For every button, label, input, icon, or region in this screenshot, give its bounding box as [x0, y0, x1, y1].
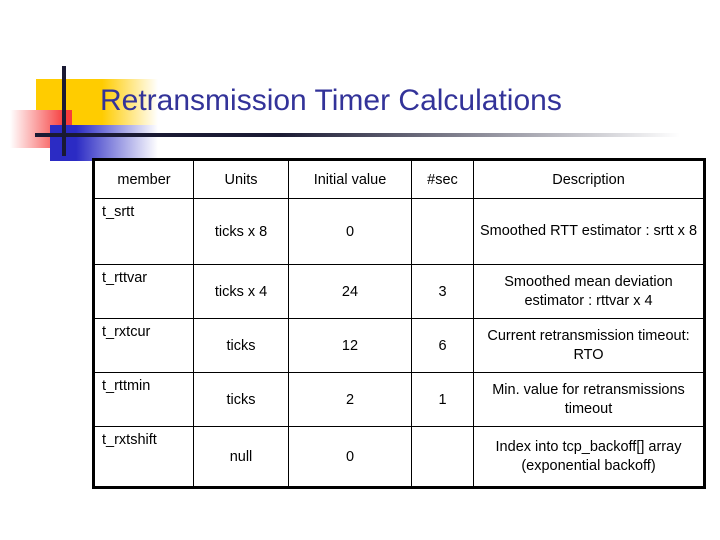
column-header-member: member	[93, 159, 194, 199]
cell-sec	[411, 426, 474, 488]
cell-units: ticks x 8	[193, 198, 289, 265]
cell-sec: 1	[411, 372, 474, 427]
cell-sec: 6	[411, 318, 474, 373]
column-header-units: Units	[193, 159, 289, 199]
cell-description: Min. value for retransmissions timeout	[473, 372, 705, 427]
cell-description: Smoothed mean deviation estimator : rttv…	[473, 264, 705, 319]
cell-member: t_rttvar	[93, 264, 194, 319]
column-header-initial-value: Initial value	[288, 159, 412, 199]
table-row: t_rttvar ticks x 4 24 3 Smoothed mean de…	[93, 264, 705, 319]
cell-initial-value: 0	[288, 198, 412, 265]
cell-units: ticks	[193, 372, 289, 427]
cell-member: t_rttmin	[93, 372, 194, 427]
red-square-fade-decor	[10, 110, 65, 148]
table-header-row: member Units Initial value #sec Descript…	[93, 159, 705, 199]
cell-units: ticks	[193, 318, 289, 373]
table-header: member Units Initial value #sec Descript…	[93, 159, 705, 199]
cell-description: Current retransmission timeout: RTO	[473, 318, 705, 373]
cell-member: t_rxtshift	[93, 426, 194, 488]
retransmission-timer-table-wrapper: member Units Initial value #sec Descript…	[92, 158, 706, 489]
column-header-description: Description	[473, 159, 705, 199]
cell-initial-value: 12	[288, 318, 412, 373]
yellow-square-decor	[36, 79, 102, 125]
slide-title: Retransmission Timer Calculations	[100, 84, 562, 117]
table-row: t_srtt ticks x 8 0 Smoothed RTT estimato…	[93, 198, 705, 265]
cell-member: t_srtt	[93, 198, 194, 265]
table-row: t_rxtshift null 0 Index into tcp_backoff…	[93, 426, 705, 488]
table-row: t_rttmin ticks 2 1 Min. value for retran…	[93, 372, 705, 427]
column-header-sec: #sec	[411, 159, 474, 199]
cell-initial-value: 2	[288, 372, 412, 427]
cell-units: null	[193, 426, 289, 488]
cell-initial-value: 0	[288, 426, 412, 488]
cell-description: Index into tcp_backoff[] array (exponent…	[473, 426, 705, 488]
table-row: t_rxtcur ticks 12 6 Current retransmissi…	[93, 318, 705, 373]
cell-initial-value: 24	[288, 264, 412, 319]
horizontal-rule-decor	[35, 133, 680, 137]
cell-member: t_rxtcur	[93, 318, 194, 373]
table-body: t_srtt ticks x 8 0 Smoothed RTT estimato…	[93, 198, 705, 488]
cell-description: Smoothed RTT estimator : srtt x 8	[473, 198, 705, 265]
cell-units: ticks x 4	[193, 264, 289, 319]
retransmission-timer-table: member Units Initial value #sec Descript…	[92, 158, 706, 489]
vertical-rule-decor	[62, 66, 66, 156]
cell-sec: 3	[411, 264, 474, 319]
blue-rectangle-fade-decor	[76, 125, 158, 161]
cell-sec	[411, 198, 474, 265]
